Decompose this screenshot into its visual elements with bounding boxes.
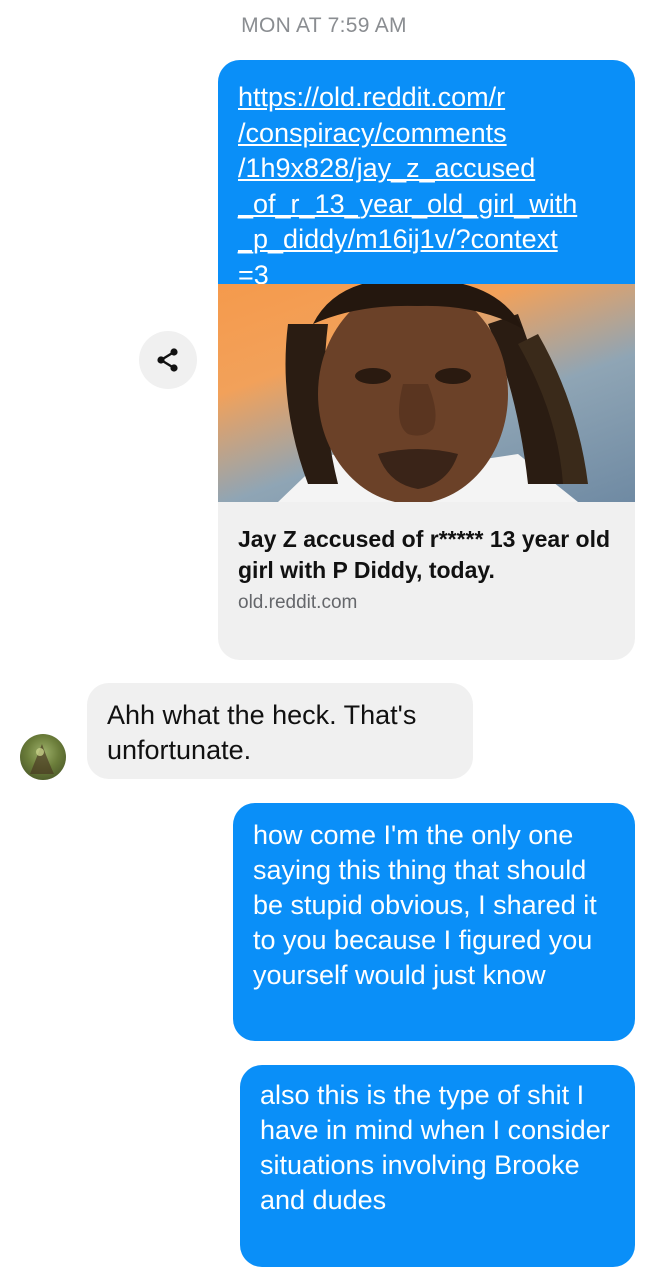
incoming-message[interactable]: Ahh what the heck. That's unfortunate. bbox=[87, 683, 473, 779]
contact-avatar[interactable] bbox=[20, 734, 66, 780]
share-button[interactable] bbox=[139, 331, 197, 389]
share-icon bbox=[157, 348, 178, 372]
link-preview-card[interactable]: https://old.reddit.com/r /conspiracy/com… bbox=[218, 60, 635, 660]
link-preview-image[interactable] bbox=[218, 284, 635, 502]
message-timestamp: MON AT 7:59 AM bbox=[241, 14, 407, 37]
outgoing-message[interactable]: how come I'm the only one saying this th… bbox=[233, 803, 635, 1041]
link-preview-title: Jay Z accused of r***** 13 year old girl… bbox=[238, 526, 611, 583]
outgoing-message[interactable]: also this is the type of shit I have in … bbox=[240, 1065, 635, 1267]
link-preview-domain: old.reddit.com bbox=[238, 592, 358, 613]
link-url[interactable]: https://old.reddit.com/r /conspiracy/com… bbox=[218, 60, 635, 290]
